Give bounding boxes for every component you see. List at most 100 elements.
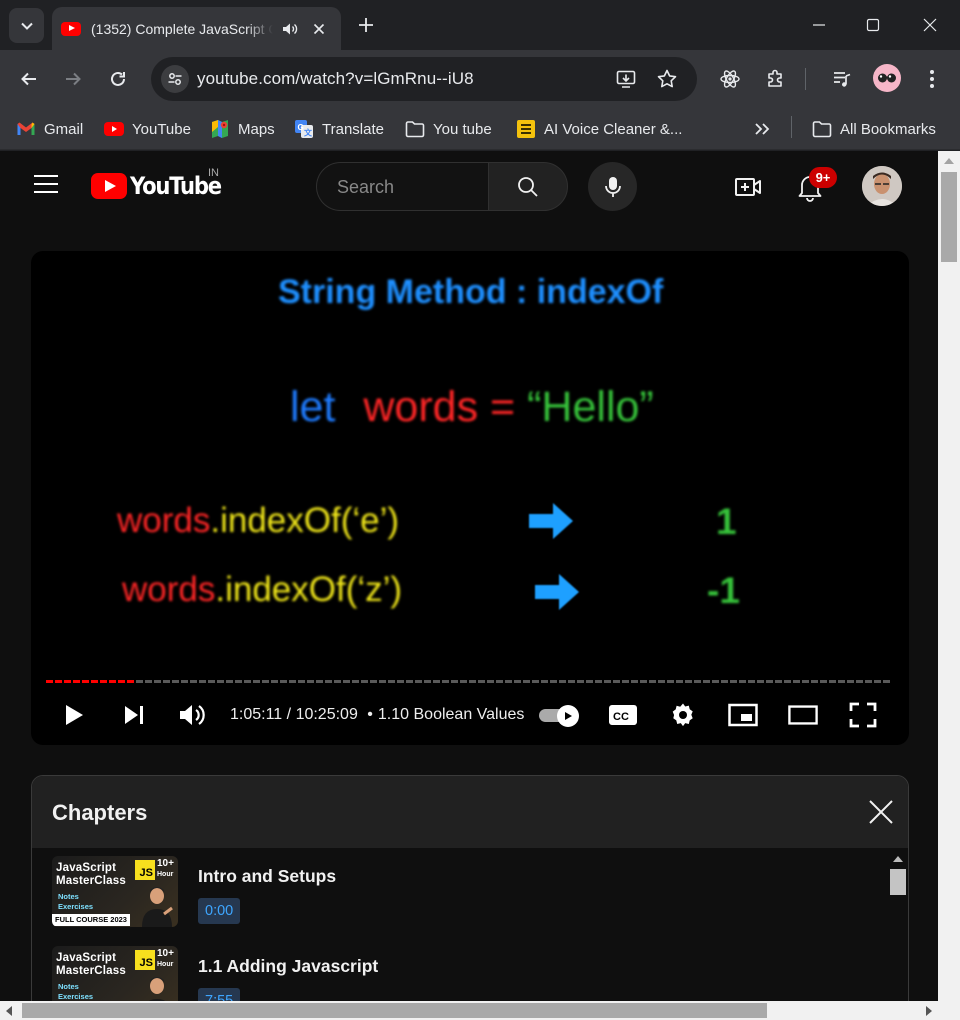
chapters-header: Chapters xyxy=(32,776,908,848)
bookmark-folder-you-tube[interactable]: You tube xyxy=(405,116,492,142)
miniplayer-button[interactable] xyxy=(728,700,758,730)
svg-text:CC: CC xyxy=(613,711,629,723)
instructor-icon xyxy=(142,887,173,927)
bookmark-youtube[interactable]: YouTube xyxy=(104,116,191,142)
scroll-right-arrow-icon[interactable] xyxy=(926,1006,932,1016)
page-horizontal-scrollbar[interactable] xyxy=(0,1001,960,1020)
folder-icon xyxy=(812,119,832,139)
site-info-button[interactable] xyxy=(161,65,189,93)
chapters-scrollbar[interactable] xyxy=(889,856,907,1020)
profile-avatar[interactable] xyxy=(873,64,901,92)
scroll-left-arrow-icon[interactable] xyxy=(6,1006,12,1016)
slide-var-name: words xyxy=(363,383,479,431)
close-icon[interactable] xyxy=(868,799,894,825)
thumb-line2: MasterClass xyxy=(56,875,126,887)
install-app-icon[interactable] xyxy=(615,68,637,90)
progress-bar[interactable] xyxy=(46,680,892,683)
chapter-timestamp[interactable]: 0:00 xyxy=(198,898,241,924)
settings-button[interactable] xyxy=(668,700,698,730)
close-tab-icon[interactable] xyxy=(311,21,327,37)
speaker-icon[interactable] xyxy=(281,20,299,38)
miniplayer-icon xyxy=(728,703,758,727)
arrow-right-icon xyxy=(529,503,573,539)
theater-mode-button[interactable] xyxy=(788,700,818,730)
more-bookmarks-button[interactable] xyxy=(753,116,771,142)
voice-search-button[interactable] xyxy=(588,162,637,211)
minimize-icon xyxy=(813,24,825,26)
search-button[interactable] xyxy=(488,162,568,211)
star-icon[interactable] xyxy=(656,68,678,90)
reload-button[interactable] xyxy=(104,65,132,93)
arrow-right-icon xyxy=(535,574,579,610)
minimize-button[interactable] xyxy=(806,12,832,38)
address-bar[interactable]: youtube.com/watch?v=lGmRnu--iU8 xyxy=(151,57,697,101)
youtube-page: YouTube IN Search 9+ String Method : ind… xyxy=(0,151,960,1020)
url-text[interactable]: youtube.com/watch?v=lGmRnu--iU8 xyxy=(197,69,474,89)
forward-button[interactable] xyxy=(59,65,87,93)
thumb-hours-unit: Hour xyxy=(157,871,174,878)
page-scroll-thumb[interactable] xyxy=(941,172,957,262)
bookmarks-divider xyxy=(791,116,792,138)
back-button[interactable] xyxy=(15,65,43,93)
autoplay-knob xyxy=(557,705,579,727)
volume-icon xyxy=(180,705,205,725)
bookmark-gmail[interactable]: Gmail xyxy=(16,116,83,142)
new-tab-icon[interactable] xyxy=(355,14,377,36)
current-time: 1:05:11 xyxy=(230,706,283,723)
search-input[interactable]: Search xyxy=(316,162,489,211)
active-tab[interactable]: (1352) Complete JavaScript Course xyxy=(52,7,341,50)
slide-line2-result: -1 xyxy=(707,570,740,611)
bookmark-maps[interactable]: Maps xyxy=(210,116,275,142)
theater-mode-icon xyxy=(788,705,818,725)
bookmark-translate[interactable]: G文 Translate xyxy=(294,116,384,142)
scroll-up-arrow-icon[interactable] xyxy=(893,856,903,862)
skip-next-icon xyxy=(125,706,143,724)
maximize-button[interactable] xyxy=(860,12,886,38)
slide-line1-call: .indexOf(‘e’) xyxy=(210,501,400,540)
bookmark-label: Translate xyxy=(322,120,384,138)
extensions-button[interactable] xyxy=(762,65,790,93)
mute-button[interactable] xyxy=(177,700,207,730)
thumb-hours: 10+ Hour xyxy=(157,859,174,880)
all-bookmarks-button[interactable]: All Bookmarks xyxy=(812,116,936,142)
page-vertical-scrollbar[interactable] xyxy=(938,151,960,1001)
current-chapter[interactable]: 1.10 Boolean Values xyxy=(378,706,524,723)
scroll-up-arrow-icon[interactable] xyxy=(944,158,954,164)
chapters-panel: Chapters JavaScript MasterClass JS 10+ Hou… xyxy=(31,775,909,1020)
arrow-right-icon xyxy=(66,72,81,86)
create-video-icon[interactable] xyxy=(734,173,762,201)
chapters-list: JavaScript MasterClass JS 10+ Hour Notes E… xyxy=(32,848,908,1020)
fullscreen-button[interactable] xyxy=(848,700,878,730)
notification-count-badge: 9+ xyxy=(809,167,837,188)
reload-icon xyxy=(111,71,125,86)
user-photo-icon xyxy=(862,166,902,206)
fullscreen-icon xyxy=(849,702,877,728)
account-avatar[interactable] xyxy=(862,166,902,206)
tab-search-button[interactable] xyxy=(9,8,44,43)
chrome-menu-button[interactable] xyxy=(918,65,946,93)
thumb-line2: MasterClass xyxy=(56,965,126,977)
subtitles-button[interactable]: CC xyxy=(608,700,638,730)
bookmark-ai-voice-cleaner[interactable]: AI Voice Cleaner &... xyxy=(516,116,682,142)
youtube-masthead: YouTube IN Search 9+ xyxy=(0,151,938,221)
react-devtools-extension[interactable] xyxy=(716,65,744,93)
close-window-button[interactable] xyxy=(917,12,943,38)
play-button[interactable] xyxy=(59,700,89,730)
svg-text:G: G xyxy=(298,123,304,132)
profile-glasses-icon xyxy=(878,73,896,83)
thumb-hours-unit: Hour xyxy=(157,961,174,968)
autoplay-toggle[interactable] xyxy=(539,705,581,727)
chapters-scroll-thumb[interactable] xyxy=(890,869,906,895)
chapter-item[interactable]: JavaScript MasterClass JS 10+ Hour Notes E… xyxy=(52,848,852,928)
menu-icon[interactable] xyxy=(34,175,58,193)
chapter-thumbnail: JavaScript MasterClass JS 10+ Hour Notes E… xyxy=(52,856,178,927)
region-code: IN xyxy=(208,167,219,179)
page-hscroll-thumb[interactable] xyxy=(22,1003,767,1018)
closed-captions-icon: CC xyxy=(609,705,637,725)
react-icon xyxy=(720,70,740,88)
toolbar-divider xyxy=(805,68,806,90)
media-control-button[interactable] xyxy=(828,65,856,93)
next-button[interactable] xyxy=(119,700,149,730)
video-player[interactable]: String Method : indexOf let words = “Hel… xyxy=(31,251,909,745)
slide-line-1: words.indexOf(‘e’) xyxy=(117,501,399,541)
